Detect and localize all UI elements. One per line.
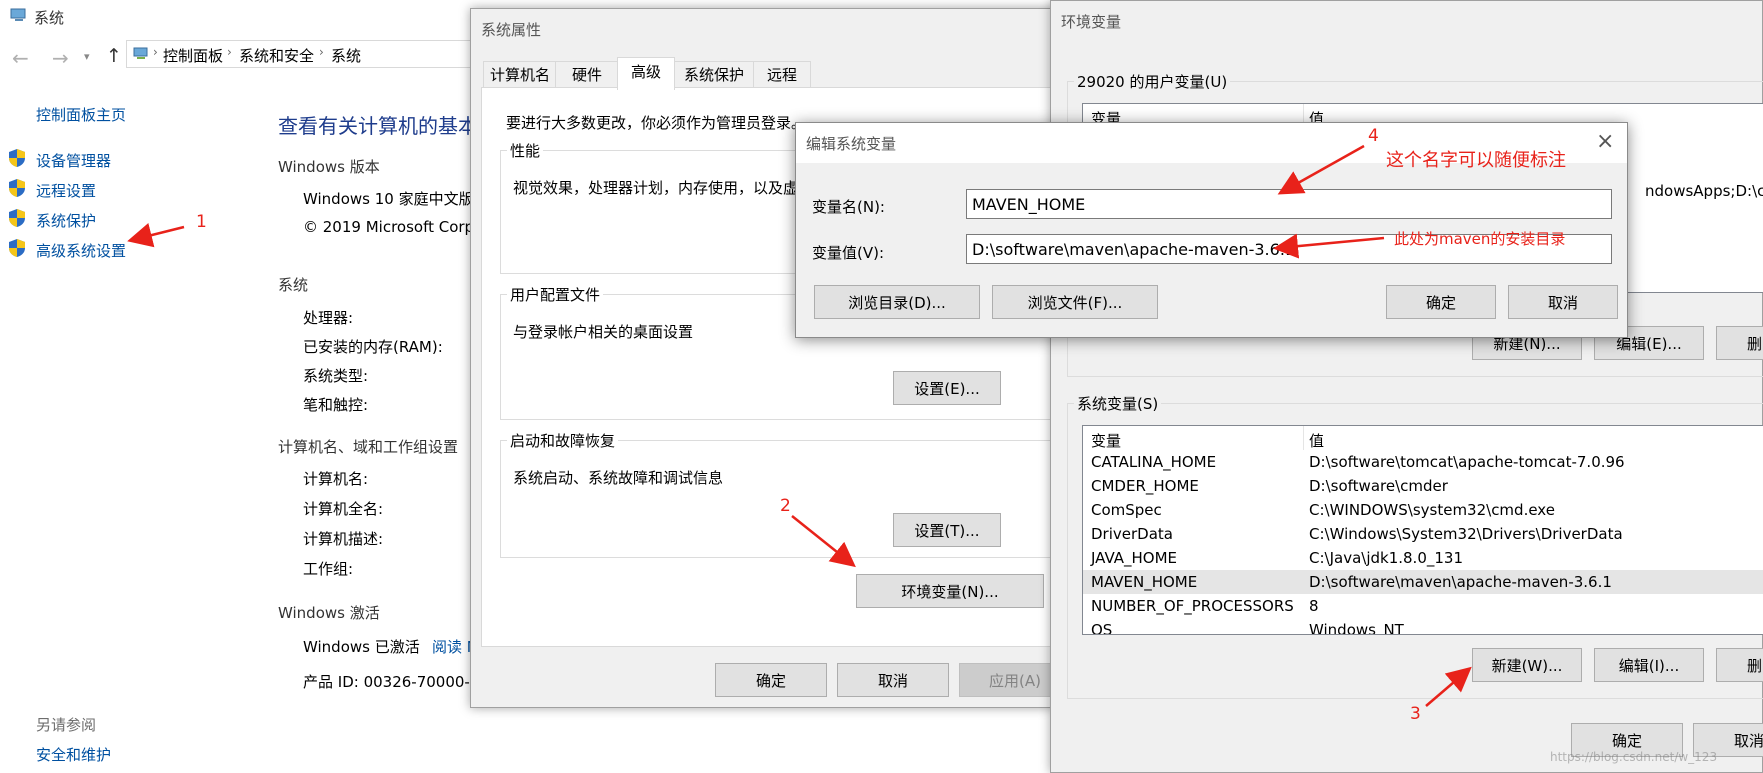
annotation-arrow-4 (1277, 144, 1365, 195)
annotation-number-2: 2 (780, 496, 791, 516)
annotation-number-1: 1 (196, 212, 207, 232)
annotation-arrow-2 (791, 515, 856, 568)
annotation-arrows (127, 144, 1472, 707)
tab-advanced[interactable]: 高级 (617, 57, 675, 90)
annotation-arrow-3 (1425, 666, 1472, 707)
annotation-note-name: 这个名字可以随便标注 (1386, 150, 1566, 171)
annotation-number-3: 3 (1410, 704, 1421, 724)
annotation-number-4: 4 (1368, 126, 1379, 146)
watermark: https://blog.csdn.net/w_123 (1550, 750, 1718, 764)
annotation-arrow-value (1273, 233, 1385, 259)
annotation-note-value: 此处为maven的安装目录 (1394, 230, 1566, 248)
annotation-arrow-1 (127, 223, 185, 248)
